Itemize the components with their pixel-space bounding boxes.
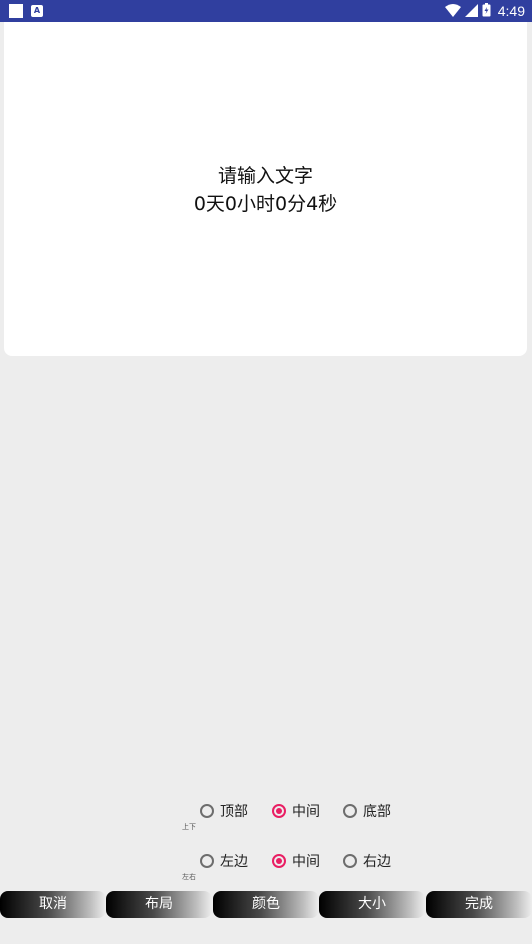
color-button[interactable]: 颜色 (213, 891, 319, 918)
countdown-text: 0天0小时0分4秒 (193, 193, 338, 215)
radio-circle (272, 854, 286, 868)
bottom-action-bar: 取消 布局 颜色 大小 完成 (0, 891, 532, 918)
cancel-button[interactable]: 取消 (0, 891, 106, 918)
radio-left[interactable]: 左边 (200, 846, 248, 876)
radio-circle (200, 854, 214, 868)
radio-label: 右边 (363, 854, 391, 870)
radio-label: 左边 (220, 854, 248, 870)
layout-button[interactable]: 布局 (106, 891, 212, 918)
notification-square-icon (9, 4, 23, 18)
wifi-icon (444, 2, 461, 21)
radio-top[interactable]: 顶部 (200, 796, 248, 826)
preview-text: 请输入文字 0天0小时0分4秒 (4, 162, 527, 218)
preview-card: 请输入文字 0天0小时0分4秒 (4, 22, 527, 356)
radio-circle (343, 854, 357, 868)
radio-right[interactable]: 右边 (343, 846, 391, 876)
radio-label: 中间 (292, 854, 320, 870)
radio-horizontal-middle[interactable]: 中间 (272, 846, 320, 876)
status-bar: A 4:49 (0, 0, 532, 22)
radio-vertical-middle[interactable]: 中间 (272, 796, 320, 826)
battery-icon (482, 2, 491, 21)
vertical-align-row: 上下 顶部 中间 底部 (0, 796, 532, 831)
clock: 4:49 (497, 3, 525, 19)
radio-label: 底部 (363, 804, 391, 820)
status-icons: 4:49 (444, 1, 525, 21)
done-button[interactable]: 完成 (426, 891, 532, 918)
radio-label: 顶部 (220, 804, 248, 820)
vertical-align-label: 上下 (182, 823, 196, 831)
size-button[interactable]: 大小 (319, 891, 425, 918)
horizontal-align-label: 左右 (182, 873, 196, 881)
horizontal-align-row: 左右 左边 中间 右边 (0, 846, 532, 881)
cellular-signal-icon (464, 2, 478, 21)
radio-circle (272, 804, 286, 818)
app-notification-icon: A (31, 5, 43, 17)
radio-circle (343, 804, 357, 818)
preview-title: 请输入文字 (217, 165, 313, 187)
radio-label: 中间 (292, 804, 320, 820)
radio-circle (200, 804, 214, 818)
radio-bottom[interactable]: 底部 (343, 796, 391, 826)
